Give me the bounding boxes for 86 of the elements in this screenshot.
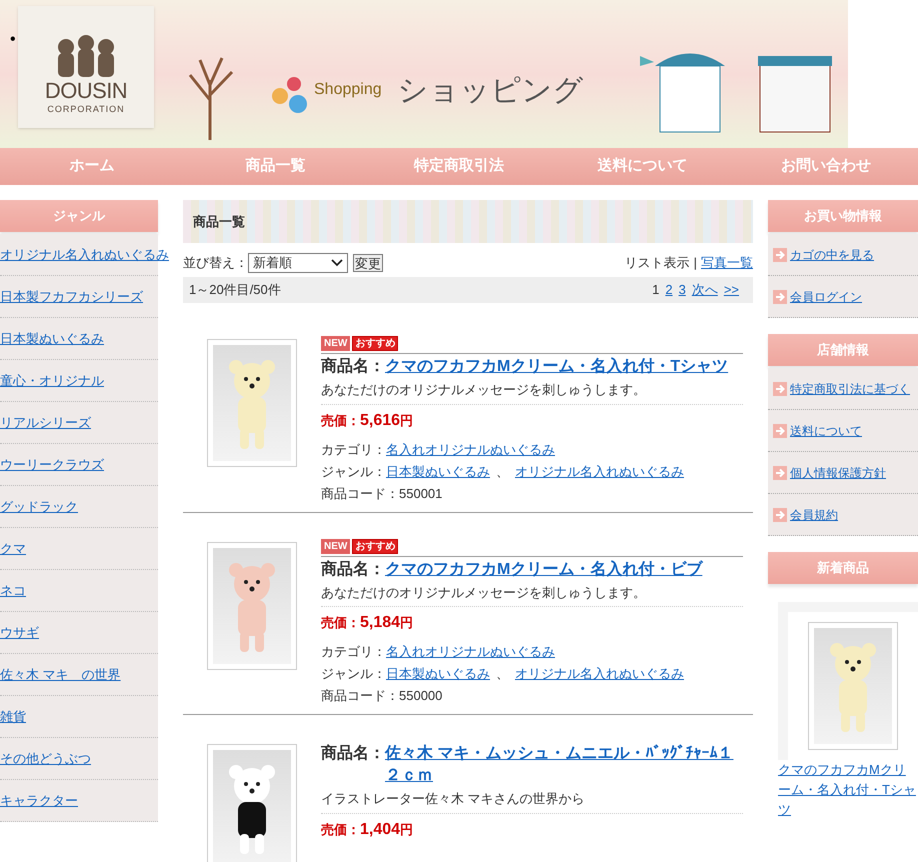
product-code: 商品コード：550000 <box>321 687 444 705</box>
genre-link[interactable]: キャラクター <box>0 790 78 810</box>
genre-link[interactable]: リアルシリーズ <box>0 412 91 432</box>
price-label: 売価： <box>321 614 360 632</box>
genre-link[interactable]: オリジナル名入れぬいぐるみ <box>0 244 169 264</box>
product-name-label: 商品名： <box>321 559 385 580</box>
banner-tagline: Shopping <box>314 80 382 100</box>
product-badge: おすすめ <box>352 538 398 554</box>
product-description: イラストレーター佐々木 マキさんの世界から <box>321 789 743 814</box>
page-link[interactable]: 3 <box>678 280 686 300</box>
genre-link[interactable]: 佐々木 マキ の世界 <box>0 664 121 684</box>
price-unit: 円 <box>400 412 414 430</box>
bullet: • <box>10 30 16 50</box>
genre-separator: 、 <box>496 462 509 480</box>
product-code: 商品コード：550001 <box>321 484 444 502</box>
price-unit: 円 <box>400 614 414 632</box>
separator: | <box>694 254 697 272</box>
product-badge: NEW <box>321 538 350 554</box>
genre-separator: 、 <box>496 665 509 683</box>
info-link[interactable]: 特定商取引法に基づく <box>790 380 910 398</box>
genre-link[interactable]: ウサギ <box>0 622 39 642</box>
genre-label: ジャンル： <box>321 665 386 683</box>
product-description: あなただけのオリジナルメッセージを刺しゅうします。 <box>321 582 743 607</box>
genre-link[interactable]: 雑貨 <box>0 706 26 726</box>
genre-label: ジャンル： <box>321 462 386 480</box>
category-label: カテゴリ： <box>321 643 386 661</box>
genre-link[interactable]: 日本製フカフカシリーズ <box>0 286 143 306</box>
product-price: 5,184 <box>360 613 400 633</box>
arrow-icon <box>773 290 787 304</box>
info-link[interactable]: 送料について <box>790 422 862 440</box>
category-link[interactable]: 名入れオリジナルぬいぐるみ <box>386 641 555 663</box>
view-mode: リスト表示 <box>624 254 690 272</box>
sort-dropdown[interactable]: 新着順 <box>248 253 348 273</box>
arrow-icon <box>773 248 787 262</box>
sidebar-heading: お買い物情報 <box>768 200 918 232</box>
photo-view-link[interactable]: 写真一覧 <box>701 253 753 273</box>
genre-link[interactable]: オリジナル名入れぬいぐるみ <box>515 663 684 685</box>
category-link[interactable]: 名入れオリジナルぬいぐるみ <box>386 438 555 460</box>
info-link[interactable]: 個人情報保護方針 <box>790 464 886 482</box>
price-label: 売価： <box>321 820 360 838</box>
sidebar-heading: 店舗情報 <box>768 334 918 366</box>
genre-link[interactable]: ウーリークラウズ <box>0 454 104 474</box>
logo-subtitle: CORPORATION <box>47 102 125 116</box>
change-button[interactable]: 変更 <box>353 254 383 272</box>
info-link[interactable]: カゴの中を見る <box>790 246 874 264</box>
sort-label: 並び替え： <box>183 254 248 272</box>
new-item-link[interactable]: クマのフカフカMクリーム・名入れ付・Tシャツ <box>778 760 918 820</box>
arrow-icon <box>773 424 787 438</box>
genre-link[interactable]: 日本製ぬいぐるみ <box>386 663 490 685</box>
product-name-label: 商品名： <box>321 356 385 377</box>
product-name-label: 商品名： <box>321 743 385 764</box>
chevron-down-icon <box>331 259 343 267</box>
price-unit: 円 <box>400 820 414 838</box>
result-count: 1～20件目/50件 <box>189 281 281 300</box>
sidebar-heading: 新着商品 <box>768 552 918 584</box>
genre-link[interactable]: 日本製ぬいぐるみ <box>0 328 104 348</box>
sidebar-heading: ジャンル <box>0 200 158 232</box>
genre-link[interactable]: グッドラック <box>0 496 78 516</box>
product-badge: おすすめ <box>352 336 398 351</box>
banner-title: ショッピング <box>398 72 584 108</box>
product-description: あなただけのオリジナルメッセージを刺しゅうします。 <box>321 380 743 404</box>
page-link[interactable]: >> <box>724 280 739 300</box>
section-heading: 商品一覧 <box>183 200 753 243</box>
product-name-link[interactable]: 佐々木 マキ・ムッシュ・ムニエル・ﾊﾞｯｸﾞﾁｬｰﾑ１２ｃｍ <box>385 743 743 787</box>
product-price: 1,404 <box>360 820 400 840</box>
genre-link[interactable]: その他どうぶつ <box>0 748 91 768</box>
genre-link[interactable]: クマ <box>0 538 26 558</box>
info-link[interactable]: 会員ログイン <box>790 288 862 306</box>
product-price: 5,616 <box>360 410 400 430</box>
product-badge: NEW <box>321 336 350 351</box>
info-link[interactable]: 会員規約 <box>790 506 838 524</box>
genre-link[interactable]: 童心・オリジナル <box>0 370 104 390</box>
category-label: カテゴリ： <box>321 440 386 458</box>
logo-name: DOUSIN <box>44 78 128 102</box>
genre-link[interactable]: 日本製ぬいぐるみ <box>386 460 490 482</box>
price-label: 売価： <box>321 412 360 430</box>
genre-link[interactable]: ネコ <box>0 580 26 600</box>
product-name-link[interactable]: クマのフカフカMクリーム・名入れ付・ビブ <box>385 558 702 580</box>
genre-link[interactable]: オリジナル名入れぬいぐるみ <box>515 460 684 482</box>
arrow-icon <box>773 508 787 522</box>
arrow-icon <box>773 466 787 480</box>
product-name-link[interactable]: クマのフカフカMクリーム・名入れ付・Tシャツ <box>385 356 728 378</box>
page-link[interactable]: 2 <box>665 280 673 300</box>
page-link[interactable]: 次へ <box>692 280 718 300</box>
page-link[interactable]: 1 <box>652 280 660 300</box>
arrow-icon <box>773 382 787 396</box>
